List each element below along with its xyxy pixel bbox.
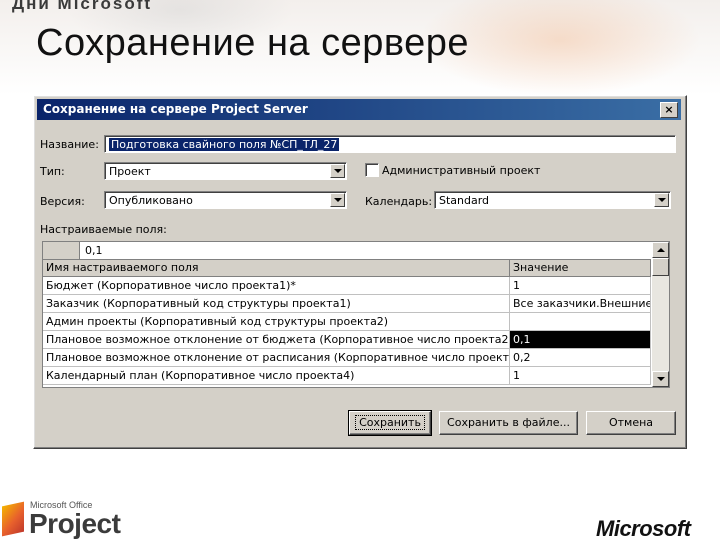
version-select-value: Опубликовано xyxy=(109,194,193,207)
grid-edit-value: 0,1 xyxy=(85,244,103,257)
admin-project-label: Административный проект xyxy=(382,164,541,177)
custom-fields-label: Настраиваемые поля: xyxy=(40,223,167,236)
scroll-up-arrow-icon[interactable] xyxy=(652,242,669,258)
column-header-name[interactable]: Имя настраиваемого поля xyxy=(43,260,510,276)
custom-fields-grid: 0,1 Имя настраиваемого поля Значение Бюд… xyxy=(42,241,670,388)
table-row[interactable]: Заказчик (Корпоративный код структуры пр… xyxy=(43,295,651,313)
footer-product: Project xyxy=(29,508,121,539)
version-select[interactable]: Опубликовано xyxy=(104,191,347,209)
row-field-value-selected[interactable]: 0,1 xyxy=(510,331,651,348)
row-field-value[interactable] xyxy=(510,313,651,330)
table-row[interactable]: Календарный план (Корпоративное число пр… xyxy=(43,367,651,385)
close-button[interactable]: × xyxy=(660,102,678,118)
table-row[interactable]: Плановое возможное отклонение от расписа… xyxy=(43,349,651,367)
grid-vertical-scrollbar[interactable] xyxy=(652,242,669,387)
calendar-select-dropdown-arrow[interactable] xyxy=(654,193,669,207)
save-button-label: Сохранить xyxy=(355,415,425,430)
type-select-dropdown-arrow[interactable] xyxy=(330,164,345,178)
row-field-value[interactable]: 1 xyxy=(510,277,651,294)
cancel-button-label: Отмена xyxy=(608,416,654,429)
row-field-name: Админ проекты (Корпоративный код структу… xyxy=(43,313,510,330)
row-field-value[interactable]: 1 xyxy=(510,367,651,384)
calendar-select-value: Standard xyxy=(439,194,490,207)
footer-microsoft-logo: Microsoft xyxy=(596,516,691,541)
row-field-name: Плановое возможное отклонение от расписа… xyxy=(43,349,510,366)
name-input[interactable]: Подготовка свайного поля №СП_ТЛ_27 xyxy=(104,135,676,153)
save-to-file-button[interactable]: Сохранить в файле... xyxy=(439,411,578,435)
row-field-name: Календарный план (Корпоративное число пр… xyxy=(43,367,510,384)
admin-project-checkbox[interactable] xyxy=(365,163,379,177)
dialog-title: Сохранение на сервере Project Server xyxy=(43,102,308,116)
name-input-value: Подготовка свайного поля №СП_ТЛ_27 xyxy=(109,138,340,151)
version-label: Версия: xyxy=(40,195,85,208)
grid-header: Имя настраиваемого поля Значение xyxy=(43,260,651,277)
scroll-thumb[interactable] xyxy=(652,258,669,276)
row-field-value[interactable]: 0,2 xyxy=(510,349,651,366)
office-logo-icon xyxy=(2,501,24,537)
close-icon: × xyxy=(664,103,674,116)
type-select[interactable]: Проект xyxy=(104,162,347,180)
row-field-name: Заказчик (Корпоративный код структуры пр… xyxy=(43,295,510,312)
dialog-titlebar[interactable]: Сохранение на сервере Project Server × xyxy=(37,99,681,120)
slide-title: Сохранение на сервере xyxy=(36,22,470,64)
scroll-down-arrow-icon[interactable] xyxy=(652,371,669,387)
grid-edit-bar[interactable]: 0,1 xyxy=(43,242,651,260)
name-label: Название: xyxy=(40,138,99,151)
calendar-select[interactable]: Standard xyxy=(434,191,671,209)
row-field-value[interactable]: Все заказчики.Внешние xyxy=(510,295,651,312)
save-to-server-dialog: Сохранение на сервере Project Server × Н… xyxy=(33,95,687,449)
slide-brand: Дни Microsoft xyxy=(12,0,153,13)
row-field-name: Плановое возможное отклонение от бюджета… xyxy=(43,331,510,348)
table-row[interactable]: Бюджет (Корпоративное число проекта1)* 1 xyxy=(43,277,651,295)
save-to-file-button-label: Сохранить в файле... xyxy=(447,416,570,429)
save-button[interactable]: Сохранить xyxy=(348,410,432,436)
table-row[interactable]: Админ проекты (Корпоративный код структу… xyxy=(43,313,651,331)
column-header-value[interactable]: Значение xyxy=(510,260,651,276)
calendar-label: Календарь: xyxy=(365,195,433,208)
version-select-dropdown-arrow[interactable] xyxy=(330,193,345,207)
type-label: Тип: xyxy=(40,165,65,178)
type-select-value: Проект xyxy=(109,165,151,178)
table-row-selected[interactable]: Плановое возможное отклонение от бюджета… xyxy=(43,331,651,349)
cancel-button[interactable]: Отмена xyxy=(586,411,676,435)
grid-edit-blank xyxy=(43,242,80,259)
row-field-name: Бюджет (Корпоративное число проекта1)* xyxy=(43,277,510,294)
